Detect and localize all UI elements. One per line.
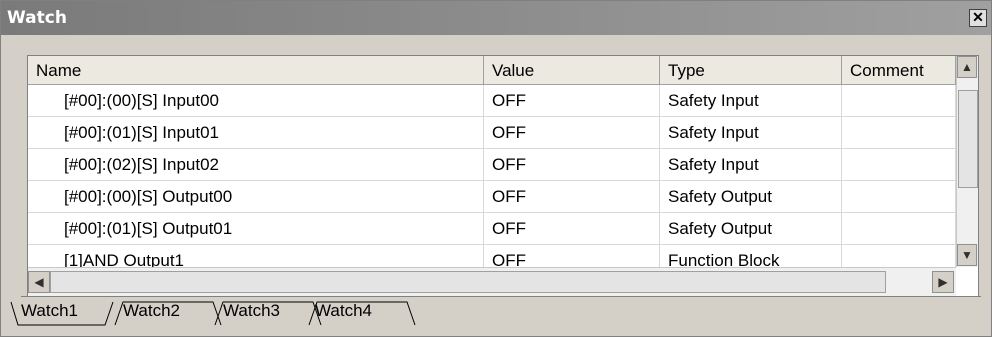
cell-value: OFF [484, 85, 660, 117]
cell-comment [842, 213, 956, 245]
scroll-down-icon[interactable]: ▼ [957, 244, 977, 266]
tab-watch1[interactable]: Watch1 [21, 301, 78, 321]
horizontal-scrollbar[interactable]: ◀ ▶ [28, 267, 956, 296]
window-title: Watch [7, 8, 67, 28]
cell-name: [#00]:(00)[S] Input00 [28, 85, 484, 117]
cell-value: OFF [484, 117, 660, 149]
close-icon[interactable]: ✕ [969, 9, 987, 27]
cell-value: OFF [484, 213, 660, 245]
scroll-up-icon[interactable]: ▲ [957, 56, 977, 78]
vertical-scrollbar[interactable]: ▲ ▼ [956, 56, 978, 267]
cell-comment [842, 117, 956, 149]
vertical-scroll-thumb[interactable] [958, 90, 978, 188]
cell-name: [#00]:(01)[S] Input01 [28, 117, 484, 149]
column-header-value[interactable]: Value [484, 56, 660, 85]
column-header-name[interactable]: Name [28, 56, 484, 85]
horizontal-scroll-thumb[interactable] [50, 271, 886, 293]
cell-type: Safety Input [660, 85, 842, 117]
cell-comment [842, 149, 956, 181]
tab-watch4[interactable]: Watch4 [315, 301, 372, 321]
cell-name: [#00]:(00)[S] Output00 [28, 181, 484, 213]
cell-name: [#00]:(02)[S] Input02 [28, 149, 484, 181]
title-bar: Watch ✕ [1, 1, 991, 35]
cell-value: OFF [484, 181, 660, 213]
cell-type: Safety Output [660, 181, 842, 213]
column-header-type[interactable]: Type [660, 56, 842, 85]
cell-type: Safety Input [660, 117, 842, 149]
column-header-comment[interactable]: Comment [842, 56, 956, 85]
scroll-right-icon[interactable]: ▶ [932, 271, 954, 293]
tab-watch2[interactable]: Watch2 [123, 301, 180, 321]
cell-name: [#00]:(01)[S] Output01 [28, 213, 484, 245]
scroll-left-icon[interactable]: ◀ [28, 271, 50, 293]
tab-watch3[interactable]: Watch3 [223, 301, 280, 321]
cell-comment [842, 85, 956, 117]
cell-comment [842, 181, 956, 213]
cell-type: Safety Output [660, 213, 842, 245]
watch-grid: Name Value Type Comment [#00]:(00)[S] In… [27, 55, 979, 297]
cell-type: Safety Input [660, 149, 842, 181]
cell-value: OFF [484, 149, 660, 181]
watch-window: Watch ✕ Name Value Type Comment [#00]:(0… [0, 0, 992, 337]
watch-tab-strip: Watch1 Watch2 Watch3 Watch4 [1, 295, 991, 335]
